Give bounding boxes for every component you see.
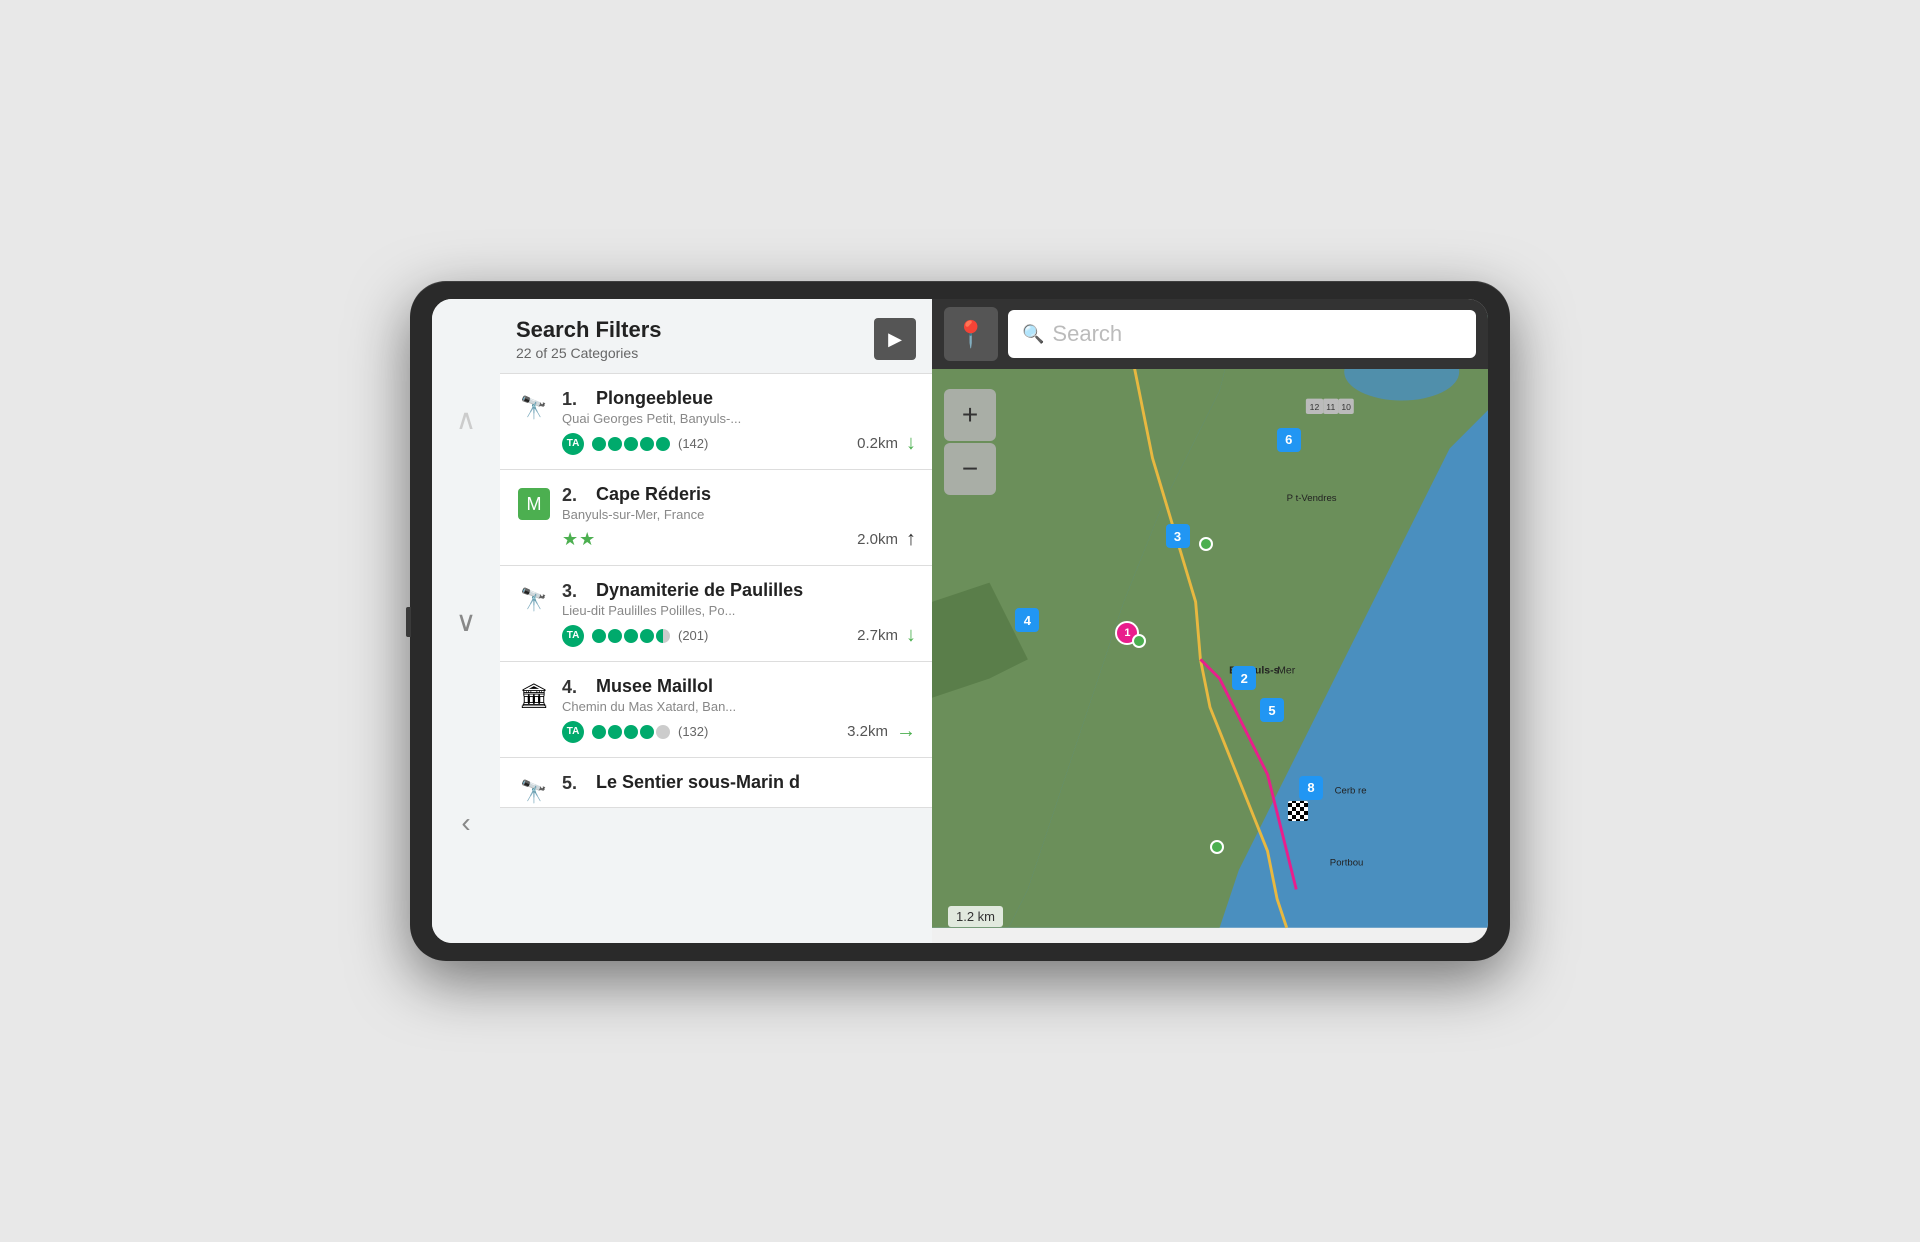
review-count-1: (142) bbox=[678, 436, 708, 451]
distance-4: 3.2km bbox=[847, 723, 888, 740]
svg-text:Cerb re: Cerb re bbox=[1335, 786, 1367, 797]
result-name-2: Cape Réderis bbox=[596, 484, 711, 505]
svg-text:11: 11 bbox=[1326, 402, 1335, 412]
museum-icon-4: 🏛 bbox=[516, 678, 552, 714]
binoculars-icon-1: 🔭 bbox=[516, 390, 552, 426]
panel-header: Search Filters 22 of 25 Categories ▶ bbox=[500, 299, 932, 374]
result-name-4: Musee Maillol bbox=[596, 676, 713, 697]
direction-3: ↓ bbox=[906, 624, 916, 647]
rating-dots-1 bbox=[592, 437, 670, 451]
svg-text:Portbou: Portbou bbox=[1330, 857, 1364, 868]
result-info-5: 5. Le Sentier sous-Marin d bbox=[562, 772, 916, 795]
result-item-2[interactable]: M 2. Cape Réderis Banyuls-sur-Mer, Franc… bbox=[500, 470, 932, 566]
michelin-icon-2: M bbox=[516, 486, 552, 522]
map-scale: 1.2 km bbox=[948, 906, 1003, 927]
result-info-1: 1. Plongeebleue Quai Georges Petit, Bany… bbox=[562, 388, 916, 455]
scale-label: 1.2 km bbox=[956, 909, 995, 924]
result-meta-1: TA (142) 0.2km ↓ bbox=[562, 432, 916, 455]
nav-arrows: ∧ ∨ ‹ bbox=[432, 299, 500, 943]
tripadvisor-logo-3: TA bbox=[562, 625, 584, 647]
review-count-4: (132) bbox=[678, 724, 708, 739]
distance-3: 2.7km bbox=[857, 627, 898, 644]
location-button[interactable]: 📍 bbox=[944, 307, 998, 361]
header-text: Search Filters 22 of 25 Categories bbox=[516, 317, 662, 361]
map-marker-3[interactable]: 3 bbox=[1166, 524, 1190, 548]
result-address-2: Banyuls-sur-Mer, France bbox=[562, 507, 916, 522]
result-meta-4: TA (132) 3.2km → bbox=[562, 720, 916, 743]
panel-title: Search Filters bbox=[516, 317, 662, 343]
search-placeholder: Search bbox=[1052, 321, 1122, 347]
binoculars-icon-5: 🔭 bbox=[516, 774, 552, 808]
result-info-4: 4. Musee Maillol Chemin du Mas Xatard, B… bbox=[562, 676, 916, 743]
map-marker-2[interactable]: 2 bbox=[1232, 666, 1256, 690]
svg-text:12: 12 bbox=[1310, 402, 1320, 412]
panel-subtitle: 22 of 25 Categories bbox=[516, 345, 662, 361]
stars-2: ★★ bbox=[562, 529, 595, 550]
result-number-5: 5. bbox=[562, 773, 590, 794]
garmin-device: GARMIN ∧ ∨ ‹ Search Filters 22 of 25 Cat… bbox=[410, 281, 1510, 961]
location-pin-icon: 📍 bbox=[955, 319, 987, 350]
binoculars-icon-3: 🔭 bbox=[516, 582, 552, 618]
map-panel: D914 Banyuls-s Mer P t-Vendres Cerb re P… bbox=[932, 299, 1488, 943]
result-address-1: Quai Georges Petit, Banyuls-... bbox=[562, 411, 916, 426]
zoom-out-button[interactable]: − bbox=[944, 443, 996, 495]
search-icon: 🔍 bbox=[1022, 324, 1044, 345]
map-marker-4[interactable]: 4 bbox=[1015, 608, 1039, 632]
zoom-in-button[interactable]: + bbox=[944, 389, 996, 441]
direction-4: → bbox=[896, 720, 916, 743]
map-marker-5[interactable]: 5 bbox=[1260, 698, 1284, 722]
result-number-1: 1. bbox=[562, 389, 590, 410]
result-number-3: 3. bbox=[562, 581, 590, 602]
map-marker-8[interactable]: 8 bbox=[1299, 776, 1323, 800]
result-name-3: Dynamiterie de Paulilles bbox=[596, 580, 803, 601]
screen: ∧ ∨ ‹ Search Filters 22 of 25 Categories… bbox=[432, 299, 1488, 943]
rating-dots-3 bbox=[592, 629, 670, 643]
map-header: 📍 🔍 Search bbox=[932, 299, 1488, 369]
tripadvisor-logo-4: TA bbox=[562, 721, 584, 743]
svg-text:P t-Vendres: P t-Vendres bbox=[1287, 493, 1337, 504]
header-arrow-btn[interactable]: ▶ bbox=[874, 318, 916, 360]
results-list: 🔭 1. Plongeebleue Quai Georges Petit, Ba… bbox=[500, 374, 932, 943]
result-number-4: 4. bbox=[562, 677, 590, 698]
scroll-up-arrow[interactable]: ∧ bbox=[456, 403, 477, 436]
result-item-1[interactable]: 🔭 1. Plongeebleue Quai Georges Petit, Ba… bbox=[500, 374, 932, 470]
side-button[interactable] bbox=[406, 607, 411, 637]
search-bar[interactable]: 🔍 Search bbox=[1008, 310, 1476, 358]
svg-text:Mer: Mer bbox=[1277, 665, 1296, 677]
result-name-1: Plongeebleue bbox=[596, 388, 713, 409]
result-meta-3: TA (201) 2.7km ↓ bbox=[562, 624, 916, 647]
scroll-down-arrow[interactable]: ∨ bbox=[456, 605, 477, 638]
map-marker-6[interactable]: 6 bbox=[1277, 428, 1301, 452]
rating-dots-4 bbox=[592, 725, 670, 739]
back-arrow[interactable]: ‹ bbox=[461, 807, 470, 839]
green-dot-3 bbox=[1210, 840, 1224, 854]
green-dot-2 bbox=[1132, 634, 1146, 648]
result-item-5[interactable]: 🔭 5. Le Sentier sous-Marin d bbox=[500, 758, 932, 808]
finish-flag-marker bbox=[1288, 801, 1308, 821]
green-dot-1 bbox=[1199, 537, 1213, 551]
result-item-3[interactable]: 🔭 3. Dynamiterie de Paulilles Lieu-dit P… bbox=[500, 566, 932, 662]
result-meta-2: ★★ 2.0km ↑ bbox=[562, 528, 916, 551]
direction-2: ↑ bbox=[906, 528, 916, 551]
distance-1: 0.2km bbox=[857, 435, 898, 452]
review-count-3: (201) bbox=[678, 628, 708, 643]
result-address-4: Chemin du Mas Xatard, Ban... bbox=[562, 699, 916, 714]
result-info-3: 3. Dynamiterie de Paulilles Lieu-dit Pau… bbox=[562, 580, 916, 647]
result-address-3: Lieu-dit Paulilles Polilles, Po... bbox=[562, 603, 916, 618]
map-zoom-controls: + − bbox=[944, 389, 996, 497]
left-panel: ∧ ∨ ‹ Search Filters 22 of 25 Categories… bbox=[432, 299, 932, 943]
distance-2: 2.0km bbox=[857, 531, 898, 548]
direction-1: ↓ bbox=[906, 432, 916, 455]
tripadvisor-logo-1: TA bbox=[562, 433, 584, 455]
results-panel: Search Filters 22 of 25 Categories ▶ 🔭 1… bbox=[500, 299, 932, 943]
result-number-2: 2. bbox=[562, 485, 590, 506]
result-info-2: 2. Cape Réderis Banyuls-sur-Mer, France … bbox=[562, 484, 916, 551]
result-item-4[interactable]: 🏛 4. Musee Maillol Chemin du Mas Xatard,… bbox=[500, 662, 932, 758]
result-name-5: Le Sentier sous-Marin d bbox=[596, 772, 800, 793]
svg-text:10: 10 bbox=[1341, 402, 1351, 412]
